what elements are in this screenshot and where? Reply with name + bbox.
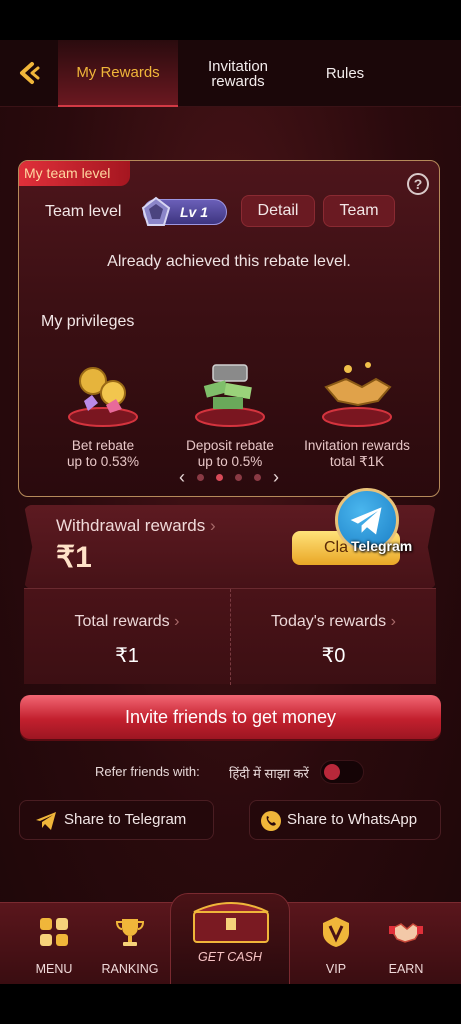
nav-vip[interactable]: VIP: [296, 915, 376, 976]
pager-dot[interactable]: [216, 474, 223, 481]
nav-label: RANKING: [101, 962, 159, 976]
pager-dot[interactable]: [235, 474, 242, 481]
chevron-left-icon[interactable]: ‹: [179, 467, 185, 488]
invite-friends-button[interactable]: Invite friends to get money: [20, 695, 441, 739]
back-arrow-icon[interactable]: [16, 60, 42, 86]
team-level-label: Team level: [45, 203, 122, 220]
tab-my-rewards[interactable]: My Rewards: [58, 40, 178, 107]
language-toggle[interactable]: [320, 760, 364, 784]
todays-rewards-value: ₹0: [321, 645, 346, 667]
nav-ranking[interactable]: RANKING: [90, 915, 170, 976]
team-button[interactable]: Team: [323, 195, 395, 227]
todays-rewards-label: Today's rewards: [271, 613, 387, 630]
total-rewards[interactable]: Total rewards › ₹1: [24, 589, 230, 685]
privilege-invitation-rewards: Invitation rewards total ₹1K: [297, 351, 417, 470]
total-rewards-value: ₹1: [115, 645, 139, 667]
privilege-line1: Bet rebate: [71, 438, 135, 453]
share-telegram-label: Share to Telegram: [64, 811, 187, 828]
share-whatsapp-button[interactable]: Share to WhatsApp: [249, 800, 441, 840]
menu-grid-icon: [40, 918, 68, 946]
withdrawal-title[interactable]: Withdrawal rewards ›: [56, 516, 216, 536]
privileges-title: My privileges: [41, 313, 135, 330]
level-badge: Lv 1: [141, 196, 227, 226]
rewards-totals: Total rewards › ₹1 Today's rewards › ₹0: [24, 588, 436, 685]
my-team-level-tag: My team level: [19, 161, 130, 186]
share-whatsapp-label: Share to WhatsApp: [287, 811, 418, 828]
top-tab-bar: My Rewards Invitation rewards Rules: [0, 40, 461, 107]
nav-get-cash[interactable]: GET CASH: [170, 893, 290, 984]
nav-earn[interactable]: EARN: [366, 915, 446, 976]
rebate-status-text: Already achieved this rebate level.: [107, 253, 351, 270]
tab-label: Rules: [325, 65, 365, 82]
bottom-navigation: MENU RANKING GET CASH VIP EARN: [0, 893, 461, 984]
language-label: हिंदी में साझा करें: [229, 766, 309, 781]
level-gem-icon: [141, 196, 171, 226]
detail-button[interactable]: Detail: [241, 195, 315, 227]
privilege-line1: Deposit rebate: [186, 438, 274, 453]
withdrawal-title-text: Withdrawal rewards: [56, 516, 206, 535]
nav-label: EARN: [388, 962, 424, 976]
vip-shield-icon: [323, 917, 349, 947]
telegram-floating-button[interactable]: Telegram: [331, 488, 413, 568]
privilege-line1: Invitation rewards: [304, 438, 410, 453]
chevron-right-icon: ›: [390, 613, 396, 630]
pager-dot[interactable]: [254, 474, 261, 481]
privilege-deposit-rebate: Deposit rebate up to 0.5%: [170, 351, 290, 470]
tab-invitation-rewards[interactable]: Invitation rewards: [186, 40, 290, 107]
telegram-label: Telegram: [351, 538, 413, 554]
team-level-card: My team level ? Team level Lv 1 Detail T…: [18, 160, 440, 497]
handshake-icon: [389, 923, 423, 943]
level-text: Lv 1: [180, 204, 209, 220]
paper-plane-icon: [36, 812, 56, 830]
rewards-screen: My Rewards Invitation rewards Rules My t…: [0, 40, 461, 984]
toggle-knob: [324, 764, 340, 780]
tab-rules[interactable]: Rules: [300, 40, 390, 107]
chevron-right-icon: ›: [174, 613, 180, 630]
total-rewards-label: Total rewards: [74, 613, 170, 630]
withdrawal-amount: ₹1: [56, 541, 92, 574]
todays-rewards[interactable]: Today's rewards › ₹0: [230, 589, 436, 685]
tab-label: My Rewards: [76, 64, 160, 81]
refer-label: Refer friends with:: [95, 764, 200, 779]
cash-chest-icon: [195, 364, 265, 427]
privilege-bet-rebate: Bet rebate up to 0.53%: [43, 351, 163, 470]
handshake-icon: [322, 362, 392, 427]
chevron-right-icon[interactable]: ›: [273, 467, 279, 488]
help-icon[interactable]: ?: [407, 173, 429, 195]
pager-dot[interactable]: [197, 474, 204, 481]
tab-label: Invitation rewards: [207, 57, 269, 90]
chevron-right-icon: ›: [210, 516, 216, 535]
share-telegram-button[interactable]: Share to Telegram: [19, 800, 214, 840]
privileges-pager: ‹ ›: [19, 467, 439, 488]
trophy-icon: [115, 919, 145, 946]
refer-language-row: Refer friends with: हिंदी में साझा करें: [0, 760, 461, 784]
nav-label: GET CASH: [198, 950, 262, 964]
coins-gems-icon: [68, 367, 138, 427]
nav-menu[interactable]: MENU: [14, 915, 94, 976]
treasure-chest-icon: [193, 902, 269, 943]
nav-label: MENU: [35, 962, 73, 976]
whatsapp-icon: [261, 811, 281, 831]
nav-label: VIP: [325, 962, 347, 976]
